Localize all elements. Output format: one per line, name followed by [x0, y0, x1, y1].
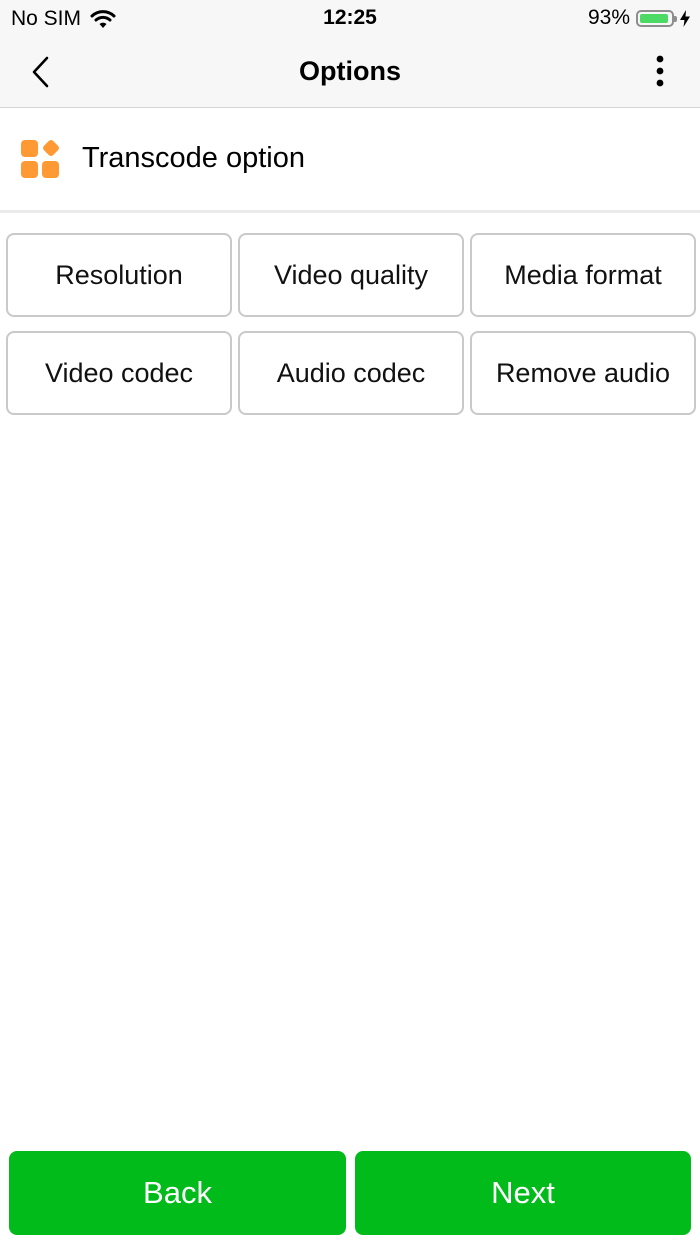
apps-grid-icon — [21, 140, 59, 178]
resolution-button[interactable]: Resolution — [6, 233, 232, 317]
video-quality-button[interactable]: Video quality — [238, 233, 464, 317]
page-title: Options — [299, 56, 401, 86]
section-header: Transcode option — [0, 108, 700, 213]
audio-codec-button[interactable]: Audio codec — [238, 331, 464, 415]
status-bar: No SIM 12:25 93% — [0, 0, 700, 36]
option-grid: Resolution Video quality Media format Vi… — [6, 233, 696, 415]
more-vertical-icon[interactable] — [642, 54, 678, 90]
media-format-button[interactable]: Media format — [470, 233, 696, 317]
status-right: 93% — [588, 6, 690, 30]
back-button[interactable]: Back — [9, 1151, 346, 1235]
battery-icon — [636, 9, 677, 27]
charging-bolt-icon — [680, 9, 690, 27]
battery-fill — [640, 13, 668, 23]
navigation-bar: Options — [0, 36, 700, 108]
video-codec-button[interactable]: Video codec — [6, 331, 232, 415]
section-title: Transcode option — [82, 142, 306, 174]
battery-percent: 93% — [587, 6, 630, 29]
remove-audio-button[interactable]: Remove audio — [470, 331, 696, 415]
battery-cap — [674, 15, 677, 22]
next-button[interactable]: Next — [355, 1151, 691, 1235]
